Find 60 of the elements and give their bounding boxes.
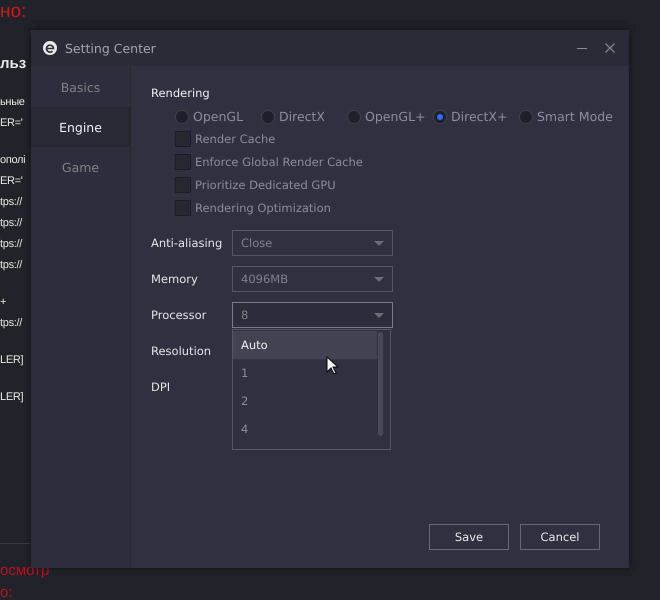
page-text: LER] xyxy=(0,390,24,405)
radio-label: OpenGL xyxy=(193,109,244,124)
checkbox[interactable] xyxy=(175,177,191,193)
checkbox-label: Rendering Optimization xyxy=(195,201,331,215)
page-text: о: xyxy=(0,583,13,600)
field-label: DPI xyxy=(151,380,172,394)
dropdown-field[interactable]: 8 xyxy=(232,302,393,328)
radio-option[interactable]: DirectX+ xyxy=(433,109,519,124)
close-button[interactable] xyxy=(603,41,617,55)
dropdown-option[interactable]: 4 xyxy=(233,415,377,443)
scrollbar[interactable] xyxy=(378,332,383,436)
sidebar-tab[interactable]: Basics xyxy=(31,67,130,107)
caret-icon xyxy=(374,276,384,282)
checkbox[interactable] xyxy=(175,200,191,216)
radio-label: OpenGL+ xyxy=(365,109,426,124)
page-text: tps:// xyxy=(0,195,22,210)
radio-option[interactable]: OpenGL+ xyxy=(347,109,433,124)
page-text: ьные xyxy=(0,95,25,110)
page-text: ER=' xyxy=(0,174,23,189)
field-label: Processor xyxy=(151,308,208,322)
caret-icon xyxy=(374,312,384,318)
dropdown-option[interactable]: 1 xyxy=(233,359,377,387)
sidebar-tab[interactable]: Game xyxy=(31,147,130,187)
page-text: но: xyxy=(0,0,26,24)
sidebar-tab[interactable]: Engine xyxy=(31,107,130,147)
checkbox[interactable] xyxy=(175,131,191,147)
caret-icon xyxy=(374,240,384,246)
checkbox-label: Enforce Global Render Cache xyxy=(195,155,363,169)
field-label: Memory xyxy=(151,272,199,286)
field-label: Resolution xyxy=(151,344,212,358)
page-text: ополі xyxy=(0,153,26,168)
radio-option[interactable]: Smart Mode xyxy=(519,109,613,124)
dropdown-field[interactable]: 4096MB xyxy=(232,266,393,292)
page-text: tps:// xyxy=(0,237,22,252)
logo-icon xyxy=(43,41,57,55)
page-text: + xyxy=(0,295,6,310)
radio-label: DirectX xyxy=(279,109,325,124)
page-text: tps:// xyxy=(0,216,22,231)
page-text: LER] xyxy=(0,353,24,368)
section-label: Rendering xyxy=(151,86,211,100)
dropdown-option[interactable]: Auto xyxy=(233,331,377,359)
radio-label: DirectX+ xyxy=(451,109,508,124)
radio-option[interactable]: DirectX xyxy=(261,109,347,124)
dropdown-field[interactable]: Close xyxy=(232,230,393,256)
window-title: Setting Center xyxy=(65,40,157,56)
dropdown-option[interactable]: 2 xyxy=(233,387,377,415)
page-text: льз xyxy=(0,54,26,74)
mouse-cursor-icon xyxy=(326,356,338,375)
dialog-button[interactable]: Save xyxy=(429,524,509,550)
radio-label: Smart Mode xyxy=(537,109,613,124)
page-text: tps:// xyxy=(0,316,22,331)
close-icon xyxy=(605,43,615,53)
checkbox-label: Render Cache xyxy=(195,132,276,146)
checkbox[interactable] xyxy=(175,154,191,170)
field-label: Anti-aliasing xyxy=(151,236,224,250)
radio-option[interactable]: OpenGL xyxy=(175,109,261,124)
checkbox-label: Prioritize Dedicated GPU xyxy=(195,178,336,192)
page-text: ER=' xyxy=(0,116,23,131)
page-text: tps:// xyxy=(0,258,22,273)
dialog-button[interactable]: Cancel xyxy=(520,524,600,550)
